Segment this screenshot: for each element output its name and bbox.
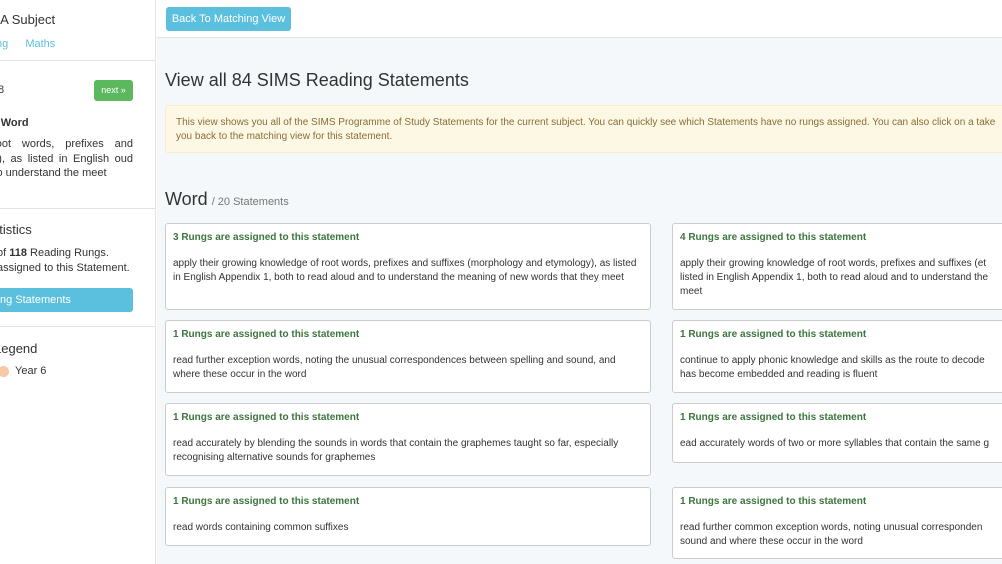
strand-label: - Word	[0, 117, 29, 129]
rungs-assigned-label: 1 Rungs are assigned to this statement	[173, 329, 360, 340]
statement-description: of root words, prefixes and ology), as l…	[0, 138, 133, 179]
stats-count: 118	[9, 247, 27, 259]
legend-dot-icon	[0, 365, 9, 377]
statement-card[interactable]: 4 Rungs are assigned to this statement a…	[672, 223, 1002, 310]
statement-text: continue to apply phonic knowledge and s…	[680, 355, 985, 380]
statement-text: ead accurately words of two or more syll…	[680, 438, 990, 449]
statistics-line-1: of 118 Reading Rungs.	[0, 247, 109, 259]
legend-item: Year 6	[0, 365, 46, 377]
statement-text: read further common exception words, not…	[680, 522, 983, 547]
section-count: / 20 Statements	[211, 196, 289, 208]
top-bar: Back To Matching View	[157, 0, 1002, 38]
statement-text: read accurately by blending the sounds i…	[173, 438, 619, 463]
statement-text: read further exception words, noting the…	[173, 355, 616, 380]
subject-tab-maths[interactable]: Maths	[25, 38, 55, 50]
section-title: Word/ 20 Statements	[165, 189, 289, 210]
next-button[interactable]: next »	[94, 80, 133, 101]
statistics-title: atistics	[0, 222, 32, 237]
rungs-assigned-label: 3 Rungs are assigned to this statement	[173, 232, 360, 243]
rungs-assigned-label: 1 Rungs are assigned to this statement	[173, 412, 360, 423]
statement-card[interactable]: 1 Rungs are assigned to this statement r…	[672, 487, 1002, 559]
sidebar-title: o A Subject	[0, 12, 56, 27]
statement-card[interactable]: 1 Rungs are assigned to this statement e…	[672, 403, 1002, 463]
stats-suffix: Reading Rungs.	[26, 247, 109, 259]
statistics-line-2: assigned to this Statement.	[0, 262, 130, 274]
legend-title: Legend	[0, 341, 38, 356]
statement-card[interactable]: 1 Rungs are assigned to this statement r…	[165, 487, 651, 546]
subject-tab-reading[interactable]: ng	[0, 38, 8, 50]
statement-card[interactable]: 1 Rungs are assigned to this statement r…	[165, 403, 651, 476]
subject-tabs: ng Maths	[0, 38, 69, 50]
back-to-matching-view-button[interactable]: Back To Matching View	[166, 7, 291, 31]
rungs-assigned-label: 1 Rungs are assigned to this statement	[680, 329, 867, 340]
page-title: View all 84 SIMS Reading Statements	[165, 70, 469, 90]
statement-text: apply their growing knowledge of root wo…	[173, 258, 637, 283]
main-content: Back To Matching View View all 84 SIMS R…	[157, 0, 1002, 564]
rungs-assigned-label: 1 Rungs are assigned to this statement	[680, 496, 867, 507]
statement-number: 8	[0, 84, 4, 96]
rungs-assigned-label: 1 Rungs are assigned to this statement	[680, 412, 867, 423]
statement-text: apply their growing knowledge of root wo…	[680, 258, 989, 297]
statement-card[interactable]: 1 Rungs are assigned to this statement r…	[165, 320, 651, 393]
missing-statements-button[interactable]: ng Statements	[0, 288, 133, 312]
statement-text: read words containing common suffixes	[173, 522, 349, 533]
divider	[0, 60, 155, 61]
divider	[0, 326, 155, 327]
legend-item-label: Year 6	[15, 365, 47, 377]
divider	[0, 208, 155, 209]
rungs-assigned-label: 4 Rungs are assigned to this statement	[680, 232, 867, 243]
info-alert: This view shows you all of the SIMS Prog…	[165, 105, 1002, 153]
sidebar: o A Subject ng Maths 8 next » - Word of …	[0, 0, 156, 564]
statement-card[interactable]: 3 Rungs are assigned to this statement a…	[165, 223, 651, 310]
stats-prefix: of	[0, 247, 7, 259]
section-name: Word	[165, 189, 208, 209]
rungs-assigned-label: 1 Rungs are assigned to this statement	[173, 496, 360, 507]
statement-card[interactable]: 1 Rungs are assigned to this statement c…	[672, 320, 1002, 393]
